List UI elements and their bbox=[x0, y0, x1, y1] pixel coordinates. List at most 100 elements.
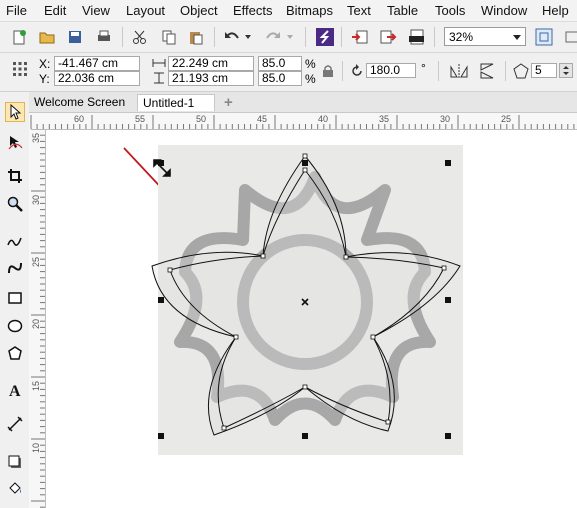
property-bar: X: -41.467 cm Y: 22.036 cm 22.249 cm 21.… bbox=[0, 53, 577, 92]
tab-untitled-1[interactable]: Untitled-1 bbox=[137, 94, 215, 111]
fill-tool-icon[interactable] bbox=[5, 478, 25, 498]
dimension-tool-icon[interactable] bbox=[5, 414, 25, 434]
chevron-down-icon bbox=[513, 35, 521, 40]
menu-file[interactable]: File bbox=[6, 3, 27, 18]
mirror-horizontal-icon[interactable] bbox=[450, 63, 468, 82]
menu-bar: File Edit View Layout Object Effects Bit… bbox=[0, 0, 577, 22]
points-spinner[interactable] bbox=[559, 63, 573, 78]
pick-tool-icon[interactable] bbox=[5, 102, 25, 122]
width-icon bbox=[152, 57, 166, 72]
zoom-to-page-icon[interactable] bbox=[535, 28, 553, 46]
percent-label: % bbox=[305, 57, 316, 71]
ruler-label: 25 bbox=[501, 114, 512, 124]
height-field[interactable]: 21.193 cm bbox=[168, 71, 254, 86]
height-icon bbox=[152, 72, 166, 87]
redo-dropdown-icon[interactable] bbox=[285, 28, 295, 46]
ruler-label: 40 bbox=[318, 114, 329, 124]
ruler-label: 35 bbox=[379, 114, 390, 124]
rotation-field[interactable]: 180.0 bbox=[366, 63, 416, 78]
percent-label: % bbox=[305, 72, 316, 86]
menu-window[interactable]: Window bbox=[481, 3, 527, 18]
new-document-icon[interactable] bbox=[10, 28, 28, 46]
polygon-tool-icon[interactable] bbox=[5, 343, 25, 363]
zoom-level-dropdown[interactable]: 32% bbox=[444, 27, 526, 46]
menu-text[interactable]: Text bbox=[347, 3, 371, 18]
ruler-label: 20 bbox=[31, 319, 41, 330]
rectangle-tool-icon[interactable] bbox=[5, 288, 25, 308]
smart-fill-tool-icon[interactable] bbox=[5, 258, 25, 278]
width-field[interactable]: 22.249 cm bbox=[168, 56, 254, 71]
cut-icon[interactable] bbox=[131, 28, 149, 46]
menu-effects[interactable]: Effects bbox=[233, 3, 273, 18]
degree-label: ° bbox=[421, 61, 426, 75]
freehand-tool-icon[interactable] bbox=[5, 231, 25, 251]
vertical-ruler[interactable]: 35 30 25 20 15 10 bbox=[29, 129, 46, 508]
separator bbox=[305, 27, 306, 47]
crop-tool-icon[interactable] bbox=[5, 166, 25, 186]
menu-edit[interactable]: Edit bbox=[44, 3, 66, 18]
separator bbox=[122, 27, 123, 47]
publish-pdf-icon[interactable] bbox=[408, 28, 426, 46]
menu-bitmaps[interactable]: Bitmaps bbox=[286, 3, 333, 18]
lock-ratio-icon[interactable] bbox=[321, 64, 335, 81]
polygon-points-icon bbox=[513, 63, 529, 82]
zoom-level-value: 32% bbox=[449, 30, 474, 44]
tab-welcome-screen[interactable]: Welcome Screen bbox=[29, 94, 137, 111]
menu-view[interactable]: View bbox=[82, 3, 110, 18]
ruler-label: 35 bbox=[31, 133, 41, 144]
undo-dropdown-icon[interactable] bbox=[243, 28, 253, 46]
horizontal-ruler[interactable]: 60 55 50 45 40 35 30 25 bbox=[29, 113, 577, 130]
ellipse-tool-icon[interactable] bbox=[5, 316, 25, 336]
y-position-field[interactable]: 22.036 cm bbox=[54, 71, 140, 86]
standard-toolbar: 32% bbox=[0, 22, 577, 53]
text-tool-icon[interactable]: A bbox=[5, 380, 25, 400]
x-label: X: bbox=[39, 57, 51, 71]
menu-table[interactable]: Table bbox=[387, 3, 418, 18]
paste-icon[interactable] bbox=[187, 28, 205, 46]
scale-y-field[interactable]: 85.0 bbox=[258, 71, 302, 86]
document-tab-bar: Welcome Screen Untitled-1 + bbox=[29, 92, 577, 113]
ruler-label: 10 bbox=[31, 443, 41, 454]
menu-help[interactable]: Help bbox=[542, 3, 569, 18]
separator bbox=[505, 61, 506, 81]
undo-icon[interactable] bbox=[223, 28, 241, 46]
x-position-field[interactable]: -41.467 cm bbox=[54, 56, 140, 71]
svg-text:A: A bbox=[9, 383, 21, 398]
add-tab-button[interactable]: + bbox=[219, 94, 238, 111]
drop-shadow-tool-icon[interactable] bbox=[5, 452, 25, 472]
ruler-label: 50 bbox=[196, 114, 207, 124]
menu-tools[interactable]: Tools bbox=[435, 3, 465, 18]
separator bbox=[342, 61, 343, 81]
separator bbox=[434, 27, 435, 47]
copy-icon[interactable] bbox=[160, 28, 178, 46]
drawing-canvas[interactable] bbox=[46, 130, 577, 508]
menu-object[interactable]: Object bbox=[180, 3, 218, 18]
separator bbox=[438, 61, 439, 81]
print-icon[interactable] bbox=[95, 28, 113, 46]
scale-x-field[interactable]: 85.0 bbox=[258, 56, 302, 71]
menu-layout[interactable]: Layout bbox=[126, 3, 165, 18]
save-icon[interactable] bbox=[66, 28, 84, 46]
ruler-label: 30 bbox=[31, 195, 41, 206]
ruler-label: 30 bbox=[440, 114, 451, 124]
horizontal-ruler-ticks bbox=[30, 115, 575, 129]
ruler-label: 15 bbox=[31, 381, 41, 392]
open-icon[interactable] bbox=[38, 28, 56, 46]
corel-connect-icon[interactable] bbox=[316, 28, 334, 46]
export-icon[interactable] bbox=[379, 28, 397, 46]
mirror-vertical-icon[interactable] bbox=[478, 63, 496, 82]
ruler-label: 60 bbox=[74, 114, 85, 124]
object-origin-icon[interactable] bbox=[12, 61, 28, 80]
ruler-label: 55 bbox=[135, 114, 146, 124]
ruler-label: 45 bbox=[257, 114, 268, 124]
rotate-icon bbox=[350, 64, 364, 81]
zoom-tool-icon[interactable] bbox=[5, 194, 25, 214]
import-icon[interactable] bbox=[351, 28, 369, 46]
y-label: Y: bbox=[39, 72, 50, 86]
separator bbox=[341, 27, 342, 47]
options-icon[interactable] bbox=[563, 28, 577, 46]
separator bbox=[214, 27, 215, 47]
polygon-points-field[interactable]: 5 bbox=[531, 63, 557, 78]
redo-icon[interactable] bbox=[264, 28, 282, 46]
shape-tool-icon[interactable] bbox=[5, 132, 25, 152]
